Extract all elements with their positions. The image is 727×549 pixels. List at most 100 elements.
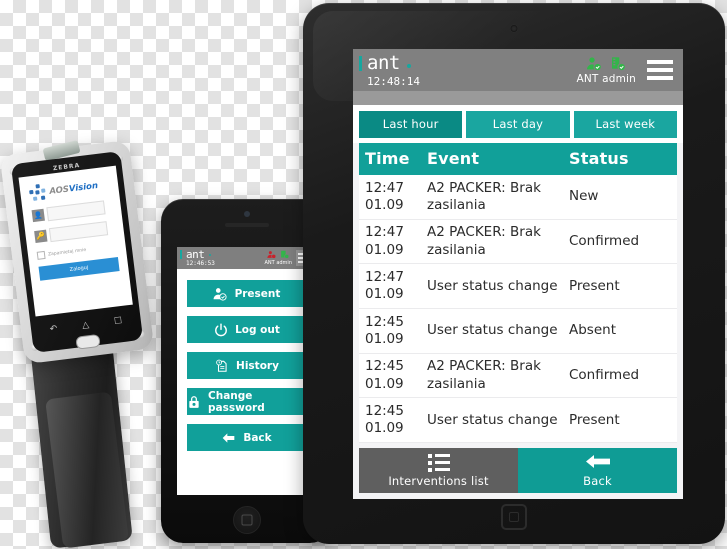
interventions-list-button[interactable]: Interventions list	[359, 448, 518, 493]
event-table: Time Event Status 12:47 01.09 A2 PACKER:…	[359, 143, 677, 443]
cell-time: 12:47 01.09	[365, 224, 404, 258]
phone-menu-item-change-password[interactable]: Change password	[187, 388, 306, 415]
tab-last-week[interactable]: Last week	[573, 111, 677, 138]
cell-time: 12:47 01.09	[365, 268, 404, 303]
tablet-topbar: ant 12:48:14 ANT admin	[353, 49, 683, 91]
table-row[interactable]: 12:47 01.09 A2 PACKER: Brak zasilania Co…	[359, 220, 677, 265]
table-row[interactable]: 12:47 01.09 A2 PACKER: Brak zasilania Ne…	[359, 175, 677, 220]
status-group: ANT admin	[577, 56, 637, 85]
cell-event: A2 PACKER: Brak zasilania	[427, 358, 541, 392]
phone-status-group: ANT admin	[265, 250, 292, 266]
logo-text-primary: AOS	[48, 184, 70, 197]
phone-earpiece-speaker	[224, 223, 269, 227]
user-alert-icon	[267, 251, 277, 259]
cell-status: Absent	[569, 322, 616, 339]
aosvision-logo: AOSVision	[18, 166, 118, 204]
tablet-subbar	[353, 91, 683, 105]
aosvision-logo-mark	[29, 183, 48, 202]
phone-clock: 12:46:53	[186, 260, 215, 267]
tab-last-hour[interactable]: Last hour	[359, 111, 463, 138]
username-input[interactable]	[46, 200, 106, 222]
table-row[interactable]: 12:47 01.09 User status change Present	[359, 264, 677, 310]
phone-topbar: ant 12:46:53 ANT admin	[177, 247, 316, 269]
android-recents-icon[interactable]: ☐	[114, 316, 123, 327]
phone-menu-item-history[interactable]: History	[187, 352, 306, 379]
tablet-home-button[interactable]	[501, 504, 527, 530]
user-icon: 👤	[31, 208, 45, 223]
arrow-left-icon	[221, 430, 236, 445]
logo-accent-dot	[407, 63, 411, 68]
phone-status-icon-row	[267, 250, 290, 259]
table-row[interactable]: 12:45 01.09 User status change Present	[359, 398, 677, 443]
password-field-row: 🔑	[34, 219, 124, 244]
cell-status: Present	[569, 277, 620, 294]
server-check-icon	[281, 250, 290, 259]
table-header-row: Time Event Status	[359, 143, 677, 175]
tablet-front-camera	[510, 25, 518, 32]
cell-status: Present	[569, 411, 620, 428]
phone-menu-item-log-out[interactable]: Log out	[187, 316, 306, 343]
interventions-list-label: Interventions list	[388, 473, 489, 488]
phone-home-button[interactable]	[232, 506, 261, 534]
phone-front-camera	[243, 211, 250, 217]
status-icon-row	[586, 56, 627, 72]
lock-icon	[187, 394, 201, 409]
handheld-screen: AOSVision 👤 🔑 Zapamietaj mnie Zaloguj	[18, 165, 133, 317]
column-header-status: Status	[569, 149, 629, 168]
user-check-icon	[587, 56, 603, 71]
password-input[interactable]	[48, 221, 109, 243]
phone-menu-list: Present Log out History Change password …	[177, 269, 316, 495]
tablet-device: ant 12:48:14 ANT admin Last hour Last da…	[303, 3, 725, 544]
history-document-icon	[214, 358, 229, 373]
key-icon: 🔑	[34, 229, 48, 243]
tablet-topbar-right: ANT admin	[577, 56, 676, 85]
cell-time: 12:45 01.09	[365, 313, 404, 347]
time-range-tabs: Last hour Last day Last week	[353, 105, 683, 143]
arrow-left-icon	[585, 454, 611, 472]
phone-user-label: ANT admin	[264, 260, 292, 266]
tab-last-day[interactable]: Last day	[466, 111, 570, 138]
back-label: Back	[583, 473, 612, 488]
android-home-icon[interactable]: △	[82, 320, 90, 331]
cell-status: Confirmed	[569, 366, 640, 383]
scene: ZEBRA AOSVision 👤 🔑 Zapamietaj mnie Zalo…	[0, 0, 727, 549]
cell-status: Confirmed	[569, 232, 640, 249]
phone-menu-label: History	[236, 359, 279, 372]
username-field-row: 👤	[31, 198, 121, 223]
aosvision-logo-text: AOSVision	[49, 180, 99, 196]
list-icon	[427, 453, 450, 472]
phone-menu-label: Log out	[235, 323, 280, 336]
cell-event: A2 PACKER: Brak zasilania	[427, 224, 541, 258]
logo-accent-bar	[180, 250, 182, 259]
cell-event: User status change	[427, 322, 558, 339]
login-submit-button[interactable]: Zaloguj	[38, 257, 120, 281]
android-back-icon[interactable]: ↶	[49, 324, 58, 335]
tablet-bottom-bar: Interventions list Back	[359, 448, 677, 493]
phone-screen: ant 12:46:53 ANT admin Present Log out H…	[177, 247, 316, 495]
server-check-icon	[612, 56, 627, 71]
phone-menu-label: Back	[243, 431, 272, 444]
table-row[interactable]: 12:45 01.09 User status change Absent	[359, 309, 677, 354]
cell-time: 12:45 01.09	[365, 402, 404, 437]
column-header-time: Time	[365, 149, 410, 168]
login-submit-label: Zaloguj	[69, 264, 89, 273]
hamburger-menu-icon[interactable]	[645, 58, 675, 82]
phone-menu-item-back[interactable]: Back	[187, 424, 306, 451]
ant-logo: ant 12:48:14	[359, 53, 420, 88]
phone-menu-item-present[interactable]: Present	[187, 280, 306, 307]
phone-menu-label: Present	[234, 287, 281, 300]
tablet-user-label: ANT admin	[576, 72, 636, 85]
logo-text-secondary: Vision	[68, 180, 99, 194]
cell-status: New	[569, 188, 599, 205]
remember-me-checkbox[interactable]	[36, 250, 46, 260]
power-icon	[213, 322, 228, 337]
user-check-icon	[213, 286, 228, 301]
cell-event: A2 PACKER: Brak zasilania	[427, 179, 541, 213]
tablet-clock: 12:48:14	[367, 74, 420, 88]
table-row[interactable]: 12:45 01.09 A2 PACKER: Brak zasilania Co…	[359, 354, 677, 399]
zebra-handheld-device: ZEBRA AOSVision 👤 🔑 Zapamietaj mnie Zalo…	[0, 139, 167, 549]
column-header-event: Event	[427, 149, 480, 168]
back-button[interactable]: Back	[518, 448, 677, 493]
cell-event: User status change	[427, 277, 558, 294]
remember-me-label: Zapamietaj mnie	[47, 247, 87, 258]
